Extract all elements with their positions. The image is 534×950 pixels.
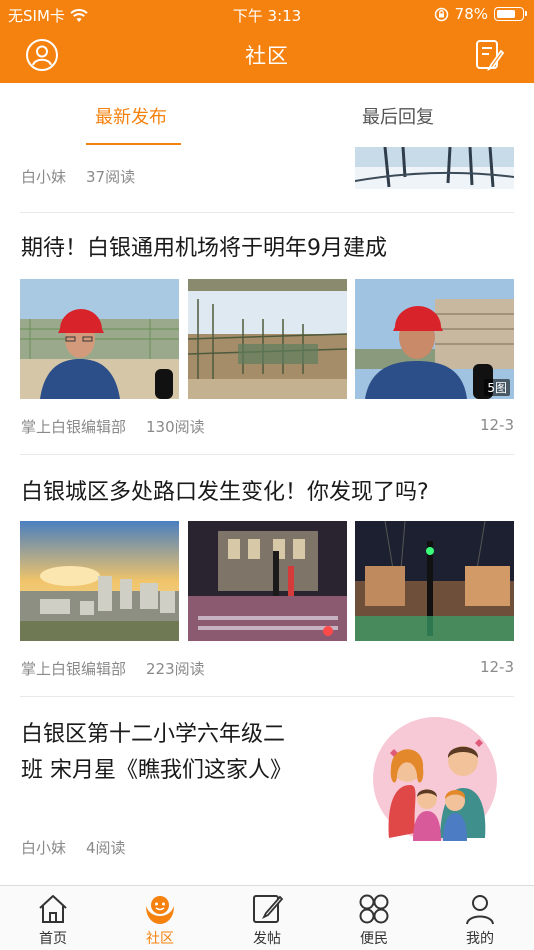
- post-feed[interactable]: 白小妹 37阅读 期待！白银通用机场将于明年9月建成 5图 掌上白银编辑部 13…: [0, 147, 534, 885]
- post-image: [20, 521, 179, 641]
- services-icon: [359, 894, 389, 924]
- post-reads: 4阅读: [86, 839, 126, 857]
- community-icon: [146, 896, 174, 924]
- post-title-line-1: 白银区第十二小学六年级二: [21, 722, 286, 747]
- status-bar: 无SIM卡 下午 3:13 78%: [0, 0, 534, 28]
- post-author: 掌上白银编辑部: [21, 418, 127, 436]
- tabbar-item-community[interactable]: 社区: [125, 892, 195, 948]
- post-author: 白小妹: [21, 168, 67, 186]
- post-item[interactable]: 白银城区多处路口发生变化！你发现了吗? 掌上白银编辑部 223阅读 12-3: [0, 455, 534, 697]
- battery-percent: 78%: [454, 5, 488, 23]
- post-reads: 130阅读: [146, 418, 205, 436]
- post-author: 白小妹: [21, 839, 67, 857]
- post-image: [188, 521, 347, 641]
- post-image: [355, 521, 514, 641]
- edit-icon[interactable]: [474, 38, 506, 72]
- post-title: 白银城区多处路口发生变化！你发现了吗?: [21, 480, 429, 505]
- post-reads: 37阅读: [86, 168, 136, 186]
- post-item[interactable]: 白银区第十二小学六年级二 班 宋月星《瞧我们这家人》 白小妹 4阅读: [0, 697, 534, 885]
- orientation-lock-icon: [434, 7, 448, 21]
- tabbar-label: 社区: [146, 931, 174, 947]
- tabbar-item-profile[interactable]: 我的: [445, 892, 515, 948]
- image-count-badge: 5图: [484, 379, 510, 396]
- page-title: 社区: [245, 44, 289, 68]
- post-title-line-2: 班 宋月星《瞧我们这家人》: [21, 758, 292, 783]
- post-reads: 223阅读: [146, 660, 205, 678]
- feed-tabs: 最新发布 最后回复: [0, 83, 534, 147]
- post-image: 5图: [355, 279, 514, 399]
- nav-bar: 社区: [0, 28, 534, 83]
- tabbar-label: 我的: [466, 931, 494, 947]
- active-tab-indicator: [86, 143, 181, 145]
- app-header: 无SIM卡 下午 3:13 78% 社区: [0, 0, 534, 83]
- post-date: 12-3: [479, 416, 514, 434]
- tabbar-label: 发帖: [253, 931, 281, 947]
- tabbar-label: 便民: [360, 931, 388, 947]
- tabbar-item-services[interactable]: 便民: [339, 892, 409, 948]
- post-item[interactable]: 白小妹 37阅读: [0, 147, 534, 213]
- post-title: 期待！白银通用机场将于明年9月建成: [21, 236, 387, 261]
- post-thumbnail: [355, 713, 514, 843]
- post-date: 12-3: [479, 658, 514, 676]
- tab-latest[interactable]: 最新发布: [95, 103, 167, 129]
- post-author: 掌上白银编辑部: [21, 660, 127, 678]
- tab-last-reply[interactable]: 最后回复: [362, 103, 434, 129]
- bottom-tab-bar: 首页 社区 发帖 便民 我的: [0, 885, 534, 950]
- post-image: [20, 279, 179, 399]
- post-image: [188, 279, 347, 399]
- post-item[interactable]: 期待！白银通用机场将于明年9月建成 5图 掌上白银编辑部 130阅读 12-3: [0, 213, 534, 455]
- tabbar-item-compose[interactable]: 发帖: [232, 892, 302, 948]
- profile-icon: [466, 895, 494, 925]
- tabbar-label: 首页: [39, 931, 67, 947]
- post-thumbnail: [355, 147, 514, 189]
- compose-icon: [253, 895, 284, 923]
- home-icon: [39, 895, 67, 923]
- battery-icon: [494, 7, 527, 21]
- tabbar-item-home[interactable]: 首页: [18, 892, 88, 948]
